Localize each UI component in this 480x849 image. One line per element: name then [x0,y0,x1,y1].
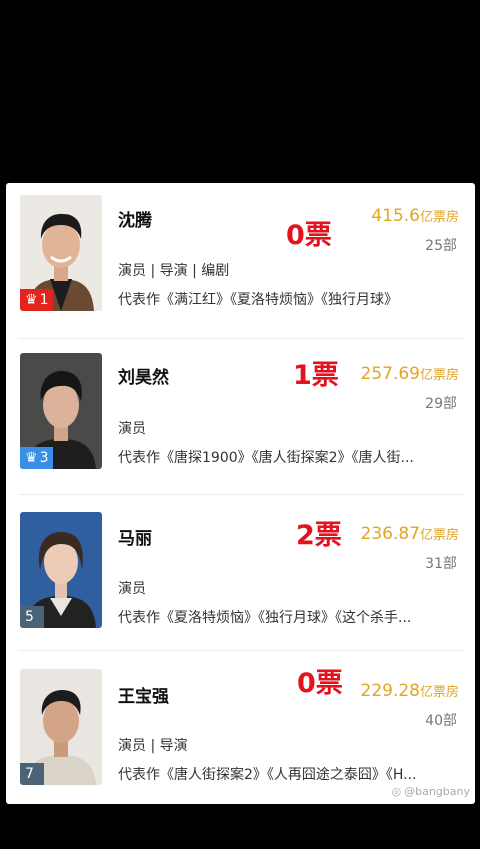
celebrity-name: 王宝强 [118,687,169,707]
crown-icon: ♛ [25,450,38,466]
rank-badge: 5 [20,606,44,628]
box-office-unit: 亿票房 [419,368,459,383]
rank-number: 7 [25,766,34,782]
roles: 演员 | 导演 [118,738,188,754]
avatar[interactable]: 5 [20,512,102,628]
box-office-value: 229.28 [360,681,420,701]
rank-number: 5 [25,609,34,625]
box-office: 236.87亿票房 [361,524,460,544]
film-count: 31部 [425,556,457,572]
avatar[interactable]: ♛ 1 [20,195,102,311]
vote-count: 1票 [293,360,339,391]
list-item[interactable]: 7 王宝强 0票 229.28亿票房 40部 演员 | 导演 代表作《唐人街探案… [6,651,475,807]
vote-count: 0票 [297,668,343,699]
avatar[interactable]: ♛ 3 [20,353,102,469]
roles: 演员 [118,421,146,437]
weibo-icon: ◎ [391,785,402,798]
box-office: 257.69亿票房 [361,364,460,384]
box-office: 229.28亿票房 [361,681,460,701]
vote-count: 2票 [296,520,342,551]
vote-count: 0票 [286,220,332,251]
box-office-unit: 亿票房 [419,685,459,700]
film-count: 29部 [425,396,457,412]
ranking-card: ♛ 1 沈腾 0票 415.6亿票房 25部 演员 | 导演 | 编剧 代表作《… [6,183,475,804]
celebrity-name: 沈腾 [118,211,152,231]
rank-badge: 7 [20,763,44,785]
film-count: 40部 [425,713,457,729]
box-office-value: 236.87 [360,524,420,544]
celebrity-name: 马丽 [118,529,152,549]
representative-works: 代表作《满江红》《夏洛特烦恼》《独行月球》 [118,292,398,308]
box-office-unit: 亿票房 [419,210,459,225]
rank-badge: ♛ 3 [20,447,54,469]
watermark: ◎ @bangbany [392,785,471,798]
box-office: 415.6亿票房 [371,206,459,226]
box-office-value: 415.6 [371,206,420,226]
box-office-value: 257.69 [360,364,420,384]
film-count: 25部 [425,238,457,254]
avatar[interactable]: 7 [20,669,102,785]
representative-works: 代表作《唐探1900》《唐人街探案2》《唐人街... [118,450,414,466]
celebrity-name: 刘昊然 [118,368,169,388]
list-item[interactable]: 5 马丽 2票 236.87亿票房 31部 演员 代表作《夏洛特烦恼》《独行月球… [6,495,475,651]
roles: 演员 [118,581,146,597]
crown-icon: ♛ [25,292,38,308]
list-item[interactable]: ♛ 3 刘昊然 1票 257.69亿票房 29部 演员 代表作《唐探1900》《… [6,339,475,495]
rank-number: 1 [39,292,49,308]
rank-badge: ♛ 1 [20,289,54,311]
representative-works: 代表作《夏洛特烦恼》《独行月球》《这个杀手... [118,610,412,626]
watermark-text: @bangbany [404,785,470,798]
list-item[interactable]: ♛ 1 沈腾 0票 415.6亿票房 25部 演员 | 导演 | 编剧 代表作《… [6,183,475,339]
rank-number: 3 [39,450,49,466]
representative-works: 代表作《唐人街探案2》《人再囧途之泰囧》《H... [118,767,417,783]
box-office-unit: 亿票房 [419,528,459,543]
roles: 演员 | 导演 | 编剧 [118,263,230,279]
